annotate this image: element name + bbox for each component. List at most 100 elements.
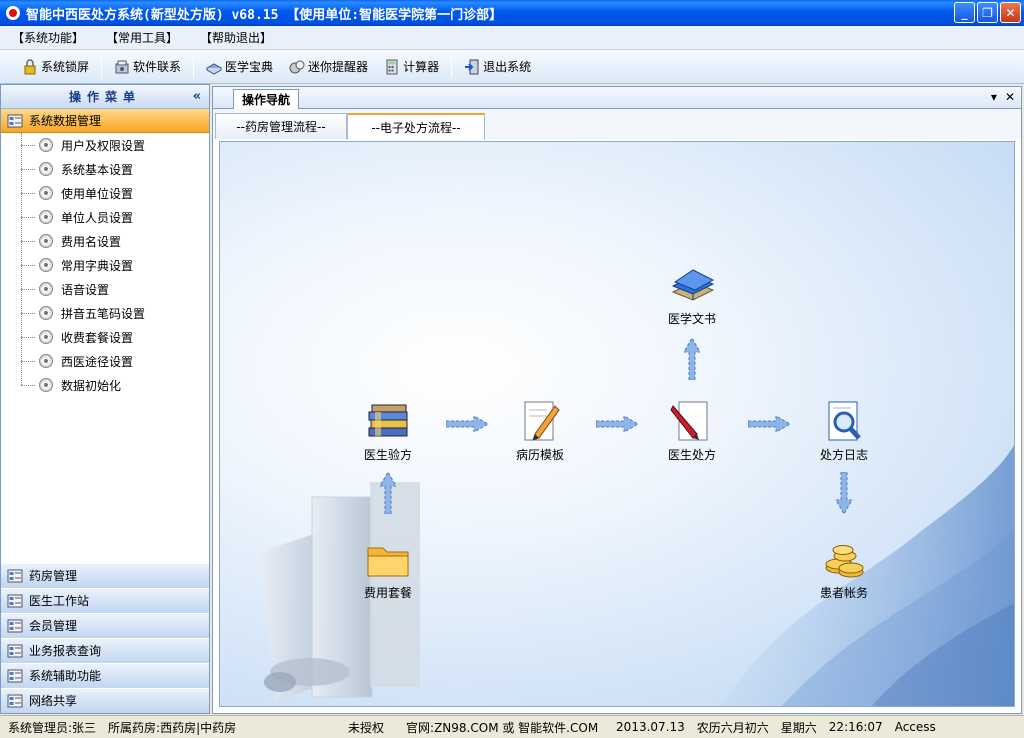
node-fee-package[interactable]: 费用套餐 [348, 534, 428, 601]
lock-icon [24, 58, 36, 74]
item-bullet-icon [39, 330, 53, 344]
node-doctor-prescription[interactable]: 医生处方 [652, 396, 732, 463]
tab-close-button[interactable]: ✕ [1005, 90, 1015, 104]
menu-common-tools[interactable]: 【常用工具】 [106, 29, 178, 46]
item-bullet-icon [39, 354, 53, 368]
group-label: 医生工作站 [29, 594, 90, 608]
mini-reminder-button[interactable]: 迷你提醒器 [281, 54, 376, 80]
node-label: 患者帐务 [819, 586, 868, 600]
node-label: 医生验方 [363, 448, 412, 462]
group-icon [7, 694, 23, 707]
close-button[interactable]: ✕ [1000, 2, 1021, 23]
group-icon [7, 619, 23, 632]
tree-item-unit-settings[interactable]: 使用单位设置 [21, 181, 209, 205]
tree-connector [21, 336, 35, 338]
contact-label: 软件联系 [133, 60, 182, 74]
tab-operation-navigation[interactable]: 操作导航 [233, 89, 300, 109]
group-icon [7, 669, 23, 682]
contact-button[interactable]: 软件联系 [106, 54, 189, 80]
menu-bar: 【系统功能】 【常用工具】 【帮助退出】 [0, 26, 1024, 50]
lock-screen-button[interactable]: 系统锁屏 [14, 54, 97, 80]
tree-connector [21, 384, 35, 386]
menu-system-functions[interactable]: 【系统功能】 [12, 29, 84, 46]
status-license: 未授权 [348, 720, 385, 735]
tree-item-label: 用户及权限设置 [61, 138, 146, 153]
minimize-button[interactable]: _ [954, 2, 975, 23]
tree-connector [21, 288, 35, 290]
app-icon [6, 6, 20, 20]
status-lunar-date: 农历六月初六 [696, 720, 769, 735]
tree-item-basic-settings[interactable]: 系统基本设置 [21, 157, 209, 181]
tree-item-voice[interactable]: 语音设置 [21, 277, 209, 301]
node-medical-books[interactable]: 医学文书 [652, 260, 732, 327]
tree-item-dictionary[interactable]: 常用字典设置 [21, 253, 209, 277]
tree-item-fee-packages[interactable]: 收费套餐设置 [21, 325, 209, 349]
subtab-pharmacy-flow[interactable]: --药房管理流程-- [215, 113, 347, 139]
left-menu-panel: 操作菜单 « 系统数据管理 用户及权限设置 系统基本设置 使用单位设置 单位人员… [0, 84, 210, 714]
tree-item-routes[interactable]: 西医途径设置 [21, 349, 209, 373]
subtab-prescription-flow[interactable]: --电子处方流程-- [347, 113, 485, 140]
tree-item-label: 拼音五笔码设置 [61, 306, 146, 321]
group-network-share[interactable]: 网络共享 [1, 688, 209, 713]
tree-item-fee-names[interactable]: 费用名设置 [21, 229, 209, 253]
arrow-right-icon [446, 416, 488, 432]
operation-navigation-panel: 操作导航 ▾ ✕ --药房管理流程-- --电子处方流程-- 医学文书 医生验方… [212, 86, 1022, 714]
item-bullet-icon [39, 258, 53, 272]
group-icon [7, 569, 23, 582]
medical-book-button[interactable]: 医学宝典 [198, 54, 281, 80]
prescription-pen-icon [670, 401, 708, 441]
node-label: 医生处方 [667, 448, 716, 462]
tree-item-label: 系统基本设置 [61, 162, 134, 177]
window-controls: _ ❐ ✕ [954, 2, 1021, 23]
tree-item-data-init[interactable]: 数据初始化 [21, 373, 209, 397]
node-doctor-check[interactable]: 医生验方 [348, 396, 428, 463]
status-date: 2013.07.13 [616, 720, 685, 734]
node-patient-account[interactable]: 患者帐务 [804, 534, 884, 601]
menu-help-exit[interactable]: 【帮助退出】 [200, 29, 272, 46]
tree-item-input-codes[interactable]: 拼音五笔码设置 [21, 301, 209, 325]
toolbar: 系统锁屏 软件联系 医学宝典 迷你提醒器 计算器 退出系统 [0, 50, 1024, 84]
folder-icon [367, 547, 409, 577]
calculator-button[interactable]: 计算器 [376, 54, 447, 80]
book-icon [206, 62, 223, 75]
flow-subtabs: --药房管理流程-- --电子处方流程-- [213, 109, 1021, 140]
calculator-icon [386, 59, 398, 74]
status-weekday: 星期六 [780, 720, 817, 735]
group-system-data[interactable]: 系统数据管理 [1, 109, 209, 133]
flow-canvas: 医学文书 医生验方 病历模板 医生处方 处方日志 费用套餐 患者帐务 [219, 141, 1015, 707]
system-data-tree: 用户及权限设置 系统基本设置 使用单位设置 单位人员设置 费用名设置 常用字典设… [1, 133, 209, 397]
maximize-button[interactable]: ❐ [977, 2, 998, 23]
status-database: Access [894, 720, 936, 734]
window-title: 智能中西医处方系统(新型处方版) v68.15 【使用单位:智能医学院第一门诊部… [26, 7, 503, 23]
group-label: 业务报表查询 [29, 644, 102, 658]
exit-icon [465, 59, 479, 74]
tree-item-label: 使用单位设置 [61, 186, 134, 201]
exit-system-button[interactable]: 退出系统 [456, 54, 539, 80]
item-bullet-icon [39, 210, 53, 224]
group-pharmacy[interactable]: 药房管理 [1, 563, 209, 588]
group-membership[interactable]: 会员管理 [1, 613, 209, 638]
blue-book-icon [671, 269, 715, 301]
tree-item-user-permissions[interactable]: 用户及权限设置 [21, 133, 209, 157]
tab-menu-button[interactable]: ▾ [991, 90, 997, 104]
arrow-up-icon [380, 472, 396, 514]
group-icon [7, 644, 23, 657]
tree-item-label: 数据初始化 [61, 378, 122, 393]
group-system-data-label: 系统数据管理 [29, 114, 102, 128]
tree-item-label: 西医途径设置 [61, 354, 134, 369]
group-label: 系统辅助功能 [29, 669, 102, 683]
reminder-icon [289, 60, 305, 73]
item-bullet-icon [39, 162, 53, 176]
group-icon [7, 114, 23, 127]
node-prescription-log[interactable]: 处方日志 [804, 396, 884, 463]
tree-connector [21, 360, 35, 362]
group-reports[interactable]: 业务报表查询 [1, 638, 209, 663]
tab-controls: ▾ ✕ [991, 90, 1015, 104]
tree-connector [21, 192, 35, 194]
node-record-template[interactable]: 病历模板 [500, 396, 580, 463]
coins-icon [825, 545, 864, 578]
group-aux-functions[interactable]: 系统辅助功能 [1, 663, 209, 688]
collapse-panel-button[interactable]: « [193, 89, 201, 104]
tree-item-staff-settings[interactable]: 单位人员设置 [21, 205, 209, 229]
group-doctor-station[interactable]: 医生工作站 [1, 588, 209, 613]
